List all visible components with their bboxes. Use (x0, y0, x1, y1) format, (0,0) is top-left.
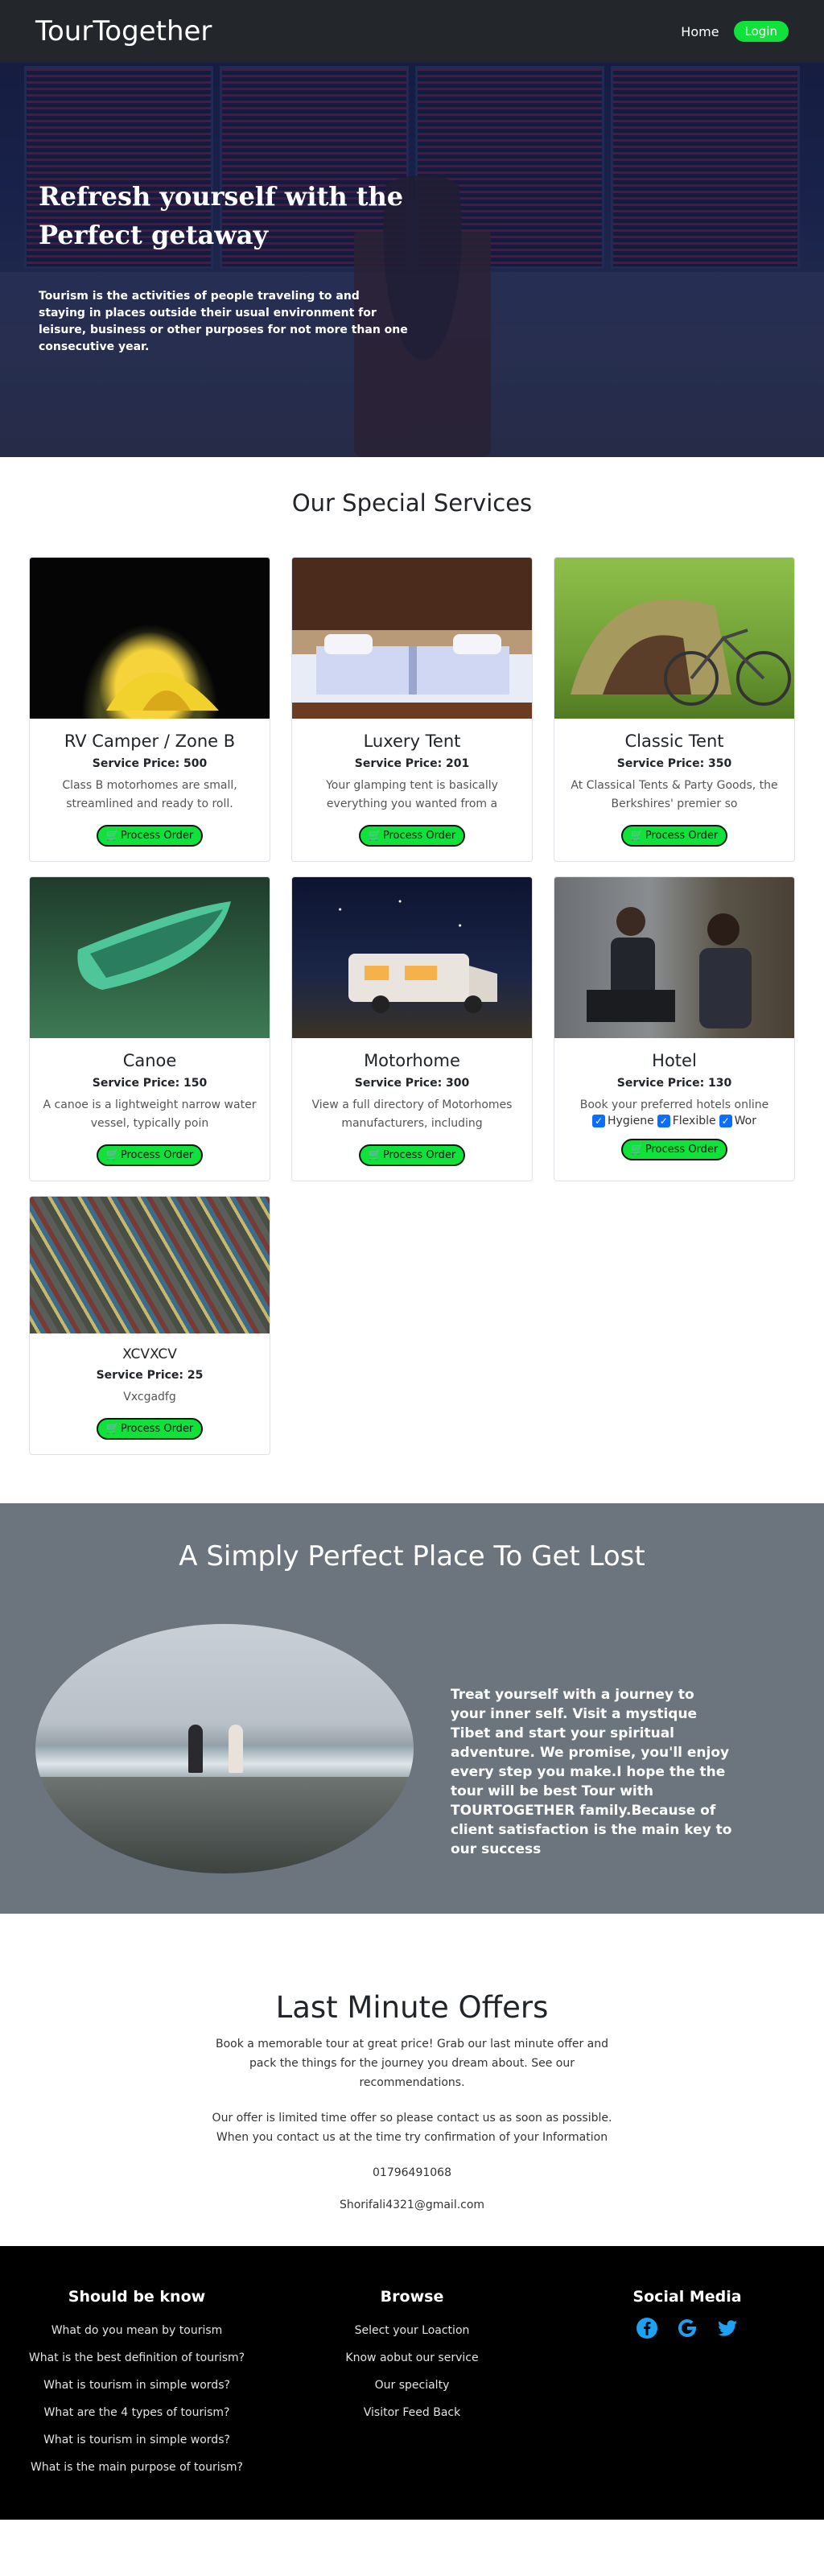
checkbox-hygiene[interactable]: ✓ Hygiene (592, 1115, 654, 1127)
social-icons (550, 2317, 824, 2339)
footer-link[interactable]: What do you mean by tourism (0, 2317, 274, 2344)
hotel-image (554, 877, 794, 1038)
amenity-checkboxes: ✓ Hygiene ✓ Flexible ✓ Wor (562, 1115, 786, 1127)
footer-link[interactable]: Know aobut our service (274, 2344, 550, 2372)
card-price: Service Price: 300 (354, 1077, 470, 1090)
check-icon: ✓ (657, 1115, 670, 1127)
check-icon: ✓ (592, 1115, 606, 1127)
cart-icon: 🛒 (105, 830, 119, 842)
process-order-button[interactable]: 🛒 Process Order (358, 825, 466, 847)
card-title: Classic Tent (624, 732, 724, 751)
footer-link[interactable]: What is the best definition of tourism? (0, 2344, 274, 2372)
card-title: Luxery Tent (363, 732, 461, 751)
service-card-classic-tent: Classic Tent Service Price: 350 At Class… (554, 557, 795, 862)
luxery-tent-image (292, 558, 532, 719)
card-description: Vxcgadfg (123, 1391, 176, 1403)
card-title: Motorhome (364, 1051, 460, 1070)
service-card-luxery-tent: Luxery Tent Service Price: 201 Your glam… (291, 557, 533, 862)
card-description: Your glamping tent is basically everythi… (326, 779, 498, 810)
cart-icon: 🛒 (630, 1144, 644, 1156)
hero-title: Refresh yourself with the Perfect getawa… (39, 181, 404, 250)
cart-icon: 🛒 (368, 1149, 381, 1161)
card-price: Service Price: 500 (92, 757, 208, 770)
brand-logo[interactable]: TourTogether (35, 15, 212, 47)
hero-banner: Refresh yourself with the Perfect getawa… (0, 63, 824, 457)
footer: Should be know What do you mean by touri… (0, 2246, 824, 2520)
footer-link[interactable]: Visitor Feed Back (274, 2399, 550, 2426)
process-order-button[interactable]: 🛒 Process Order (96, 1418, 204, 1440)
google-icon[interactable] (676, 2317, 698, 2339)
cart-icon: 🛒 (105, 1149, 119, 1161)
card-title: Hotel (652, 1051, 697, 1070)
traffic-image (30, 1197, 270, 1333)
nav-links: Home Login (681, 21, 789, 42)
contact-email: Shorifali4321@gmail.com (339, 2199, 485, 2211)
process-order-button[interactable]: 🛒 Process Order (96, 825, 204, 847)
card-title: RV Camper / Zone B (64, 732, 236, 751)
navbar: TourTogether Home Login (0, 0, 824, 63)
hero-description: Tourism is the activities of people trav… (39, 290, 408, 353)
beach-couple-image (35, 1624, 414, 1873)
card-title: Canoe (122, 1051, 177, 1070)
footer-link[interactable]: Select your Loaction (274, 2317, 550, 2344)
offers-section: Last Minute Offers Book a memorable tour… (0, 1914, 824, 2246)
card-price: Service Price: 201 (354, 757, 470, 770)
login-button[interactable]: Login (733, 21, 789, 42)
service-cards: RV Camper / Zone B Service Price: 500 Cl… (0, 557, 824, 1455)
footer-link[interactable]: What is the main purpose of tourism? (0, 2454, 274, 2481)
checkbox-wor[interactable]: ✓ Wor (719, 1115, 756, 1127)
offers-title: Last Minute Offers (275, 1990, 549, 2025)
service-card-xcvxcv: XCVXCV Service Price: 25 Vxcgadfg 🛒 Proce… (29, 1196, 270, 1455)
canoe-image (30, 877, 270, 1038)
footer-col-should-know: Should be know What do you mean by touri… (0, 2288, 274, 2520)
contact-phone: 01796491068 (373, 2166, 451, 2179)
perfect-place-title: A Simply Perfect Place To Get Lost (179, 1540, 645, 1572)
offers-intro: Book a memorable tour at great price! Gr… (215, 2038, 609, 2089)
cart-icon: 🛒 (630, 830, 644, 842)
checkbox-flexible[interactable]: ✓ Flexible (657, 1115, 716, 1127)
card-description: Class B motorhomes are small, streamline… (62, 779, 237, 810)
footer-col-title: Social Media (632, 2288, 742, 2306)
classic-tent-image (554, 558, 794, 719)
service-card-hotel: Hotel Service Price: 130 Book your prefe… (554, 876, 795, 1181)
twitter-icon[interactable] (716, 2317, 739, 2339)
card-price: Service Price: 25 (96, 1369, 204, 1382)
service-card-motorhome: Motorhome Service Price: 300 View a full… (291, 876, 533, 1181)
facebook-icon[interactable] (636, 2317, 658, 2339)
perfect-place-section: A Simply Perfect Place To Get Lost Treat… (0, 1503, 824, 1914)
service-card-canoe: Canoe Service Price: 150 A canoe is a li… (29, 876, 270, 1181)
card-price: Service Price: 150 (92, 1077, 208, 1090)
footer-col-title: Should be know (68, 2288, 206, 2306)
card-description: At Classical Tents & Party Goods, the Be… (571, 779, 778, 810)
perfect-place-text: Treat yourself with a journey to your in… (451, 1687, 732, 1857)
rv-camper-image (30, 558, 270, 719)
services-section: Our Special Services RV Camper / Zone B … (0, 457, 824, 1487)
footer-col-browse: Browse Select your Loaction Know aobut o… (274, 2288, 550, 2520)
card-title: XCVXCV (122, 1346, 177, 1362)
check-icon: ✓ (719, 1115, 732, 1127)
footer-link[interactable]: What are the 4 types of tourism? (0, 2399, 274, 2426)
cart-icon: 🛒 (368, 830, 381, 842)
process-order-button[interactable]: 🛒 Process Order (620, 825, 728, 847)
footer-col-title: Browse (380, 2288, 444, 2306)
process-order-button[interactable]: 🛒 Process Order (96, 1144, 204, 1166)
process-order-button[interactable]: 🛒 Process Order (620, 1139, 728, 1160)
footer-link[interactable]: What is tourism in simple words? (0, 2372, 274, 2399)
nav-home-link[interactable]: Home (681, 24, 719, 39)
card-price: Service Price: 350 (616, 757, 732, 770)
card-description: Book your preferred hotels online (579, 1098, 769, 1111)
offers-notice: Our offer is limited time offer so pleas… (212, 2112, 612, 2144)
footer-link[interactable]: What is tourism in simple words? (0, 2426, 274, 2454)
cart-icon: 🛒 (105, 1423, 119, 1435)
service-card-rv-camper: RV Camper / Zone B Service Price: 500 Cl… (29, 557, 270, 862)
motorhome-image (292, 877, 532, 1038)
services-title: Our Special Services (291, 489, 533, 517)
process-order-button[interactable]: 🛒 Process Order (358, 1144, 466, 1166)
card-description: View a full directory of Motorhomes manu… (311, 1098, 513, 1130)
footer-col-social: Social Media (550, 2288, 824, 2520)
card-price: Service Price: 130 (616, 1077, 732, 1090)
card-description: A canoe is a lightweight narrow water ve… (43, 1098, 257, 1130)
footer-link[interactable]: Our specialty (274, 2372, 550, 2399)
